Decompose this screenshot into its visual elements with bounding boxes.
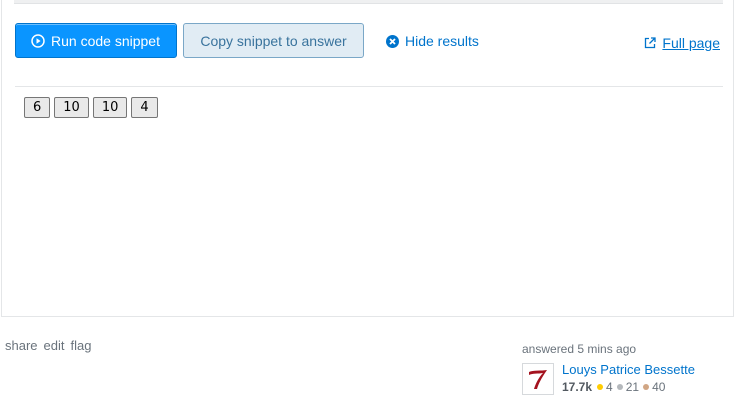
hide-results-label: Hide results xyxy=(405,33,479,49)
user-name-link[interactable]: Louys Patrice Bessette xyxy=(562,362,695,377)
result-button[interactable]: 10 xyxy=(92,97,128,118)
user-signature: answered 5 mins ago Louys Patrice Besset… xyxy=(522,342,722,395)
run-code-snippet-button[interactable]: Run code snippet xyxy=(15,23,177,58)
flag-link[interactable]: flag xyxy=(71,338,92,353)
gold-badges: 4 xyxy=(597,380,613,394)
snippet-container: Run code snippet Copy snippet to answer … xyxy=(1,0,734,317)
silver-badge-count: 21 xyxy=(625,380,640,394)
result-button[interactable]: 10 xyxy=(54,97,89,118)
snippet-result-output: 6 10 10 4 xyxy=(24,97,158,118)
bronze-badge-count: 40 xyxy=(652,380,666,394)
post-menu: share edit flag xyxy=(5,338,91,353)
user-flair: 17.7k 4 21 40 xyxy=(562,380,695,394)
gold-badge-count: 4 xyxy=(606,380,613,394)
silver-badge-icon xyxy=(616,384,623,390)
full-page-link[interactable]: Full page xyxy=(644,35,720,51)
reputation-score: 17.7k xyxy=(562,380,593,394)
result-divider xyxy=(15,86,723,87)
full-page-label: Full page xyxy=(662,35,720,51)
close-circle-icon xyxy=(386,34,399,48)
hide-results-link[interactable]: Hide results xyxy=(386,33,479,49)
silver-badges: 21 xyxy=(616,380,640,394)
user-info: Louys Patrice Bessette 17.7k 4 21 40 xyxy=(522,362,722,395)
user-details: Louys Patrice Bessette 17.7k 4 21 40 xyxy=(562,362,695,395)
edit-link[interactable]: edit xyxy=(44,338,65,353)
answered-time: answered 5 mins ago xyxy=(522,342,637,356)
result-button[interactable]: 4 xyxy=(131,97,158,118)
share-link[interactable]: share xyxy=(5,338,38,353)
gold-badge-icon xyxy=(597,384,604,390)
avatar[interactable] xyxy=(522,363,554,395)
bronze-badge-icon xyxy=(643,384,650,390)
code-editor-bottom-edge xyxy=(14,0,723,4)
external-link-icon xyxy=(645,37,657,49)
result-button[interactable]: 6 xyxy=(24,97,51,118)
bronze-badges: 40 xyxy=(643,380,665,394)
copy-snippet-label: Copy snippet to answer xyxy=(200,32,347,49)
copy-snippet-button[interactable]: Copy snippet to answer xyxy=(183,23,364,58)
play-circle-icon xyxy=(31,33,45,48)
run-code-snippet-label: Run code snippet xyxy=(51,32,160,49)
avatar-seven-logo-icon xyxy=(529,370,547,389)
